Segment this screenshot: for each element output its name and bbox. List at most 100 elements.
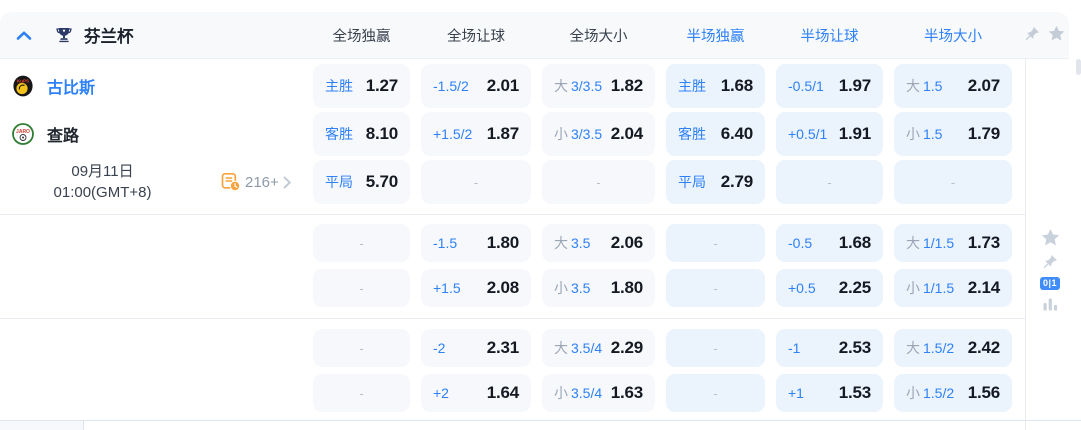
dash: - [359,236,363,251]
odds-line: 1.5/2 [923,385,954,401]
odds-cell-ft-under-alt[interactable]: 小 3.5/4 1.63 [542,374,655,412]
odds-label: 平局 [678,172,706,192]
over-prefix: 大 [906,233,920,253]
odds-value: 1.73 [968,233,1000,253]
odds-cell-ft-under[interactable]: 小 3/3.5 2.04 [542,112,655,156]
dash: - [474,175,478,190]
odds-cell-ft-win-away[interactable]: 客胜 8.10 [313,112,410,156]
score-badge[interactable]: 0|1 [1040,277,1060,290]
odds-cell-empty: - [666,269,765,307]
odds-value: 2.29 [611,338,643,358]
group-separator [0,214,1025,215]
scrollbar-thumb[interactable] [1076,59,1081,75]
favorite-star-icon[interactable] [1041,228,1060,247]
odds-value: 1.87 [487,124,519,144]
under-prefix: 小 [554,124,568,144]
odds-cell-empty: - [313,224,410,262]
odds-cell-ft-over-alt[interactable]: 大 3.5/4 2.29 [542,329,655,367]
spacer [0,374,302,412]
over-prefix: 大 [906,76,920,96]
odds-value: 1.79 [968,124,1000,144]
odds-value: 2.08 [487,278,519,298]
odds-row-alt1: - -1.5 1.80 大 3.5 2.06 - -0.5 1.68 大 1/1… [0,224,1012,262]
team-away-logo-icon: JARO [12,123,34,145]
odds-cell-ht-under-alt[interactable]: 小 1.5/2 1.56 [894,374,1012,412]
markets-count: 216+ [245,174,279,191]
odds-label: +1.5/2 [433,126,472,142]
odds-cell-empty: - [666,329,765,367]
odds-cell-ft-over[interactable]: 大 3/3.5 1.82 [542,64,655,108]
odds-row-alt3: - -2 2.31 大 3.5/4 2.29 - -1 2.53 大 1.5/2… [0,329,1012,367]
odds-cell-ft-handicap-alt[interactable]: -2 2.31 [421,329,531,367]
odds-value: 2.14 [968,278,1000,298]
odds-line: 1/1.5 [923,280,954,296]
dash: - [359,341,363,356]
odds-cell-empty: - [894,160,1012,204]
odds-value: 1.91 [839,124,871,144]
odds-row-draw: 09月11日 01:00(GMT+8) 216+ 平局 5.70 - - [0,160,1012,204]
odds-line: 1.5 [923,78,942,94]
over-prefix: 大 [906,338,920,358]
trophy-icon [54,26,74,45]
dash: - [359,386,363,401]
odds-cell-ht-handicap-alt[interactable]: +1 1.53 [776,374,883,412]
league-name: 芬兰杯 [84,23,134,47]
more-markets-link[interactable]: 216+ [221,172,292,192]
odds-label: -1.5/2 [433,78,469,94]
odds-label: +2 [433,385,449,401]
spacer [0,224,302,262]
team-home[interactable]: KuPS 古比斯 [0,64,302,108]
odds-cell-ht-handicap-alt[interactable]: -0.5 1.68 [776,224,883,262]
odds-line: 3.5 [571,280,590,296]
odds-cell-ht-over-alt[interactable]: 大 1/1.5 1.73 [894,224,1012,262]
dash: - [713,281,717,296]
odds-cell-ft-under-alt[interactable]: 小 3.5 1.80 [542,269,655,307]
odds-cell-ft-handicap-alt[interactable]: +2 1.64 [421,374,531,412]
odds-line: 3.5/4 [571,385,602,401]
odds-cell-ht-handicap-away[interactable]: +0.5/1 1.91 [776,112,883,156]
odds-line: 3.5 [571,235,590,251]
odds-value: 1.56 [968,383,1000,403]
collapse-chevron-icon[interactable] [16,30,32,41]
team-home-name: 古比斯 [47,74,95,98]
odds-cell-ht-under-alt[interactable]: 小 1/1.5 2.14 [894,269,1012,307]
over-prefix: 大 [554,338,568,358]
odds-value: 1.53 [839,383,871,403]
odds-cell-ht-draw[interactable]: 平局 2.79 [666,160,765,204]
odds-cell-ht-win-away[interactable]: 客胜 6.40 [666,112,765,156]
odds-value: 1.27 [366,76,398,96]
odds-value: 2.31 [487,338,519,358]
odds-value: 2.79 [721,172,753,192]
odds-line: 1.5 [923,126,942,142]
pin-icon[interactable] [1024,26,1040,42]
odds-cell-ft-draw[interactable]: 平局 5.70 [313,160,410,204]
team-away-name: 查路 [47,122,79,146]
odds-value: 2.53 [839,338,871,358]
dash: - [951,175,955,190]
match-time: 01:00(GMT+8) [0,182,205,203]
team-home-logo-icon: KuPS [12,75,34,97]
odds-cell-ft-handicap-away[interactable]: +1.5/2 1.87 [421,112,531,156]
odds-cell-ht-handicap-home[interactable]: -0.5/1 1.97 [776,64,883,108]
odds-cell-ht-over[interactable]: 大 1.5 2.07 [894,64,1012,108]
odds-cell-ht-handicap-alt[interactable]: -1 2.53 [776,329,883,367]
odds-label: +1 [788,385,804,401]
odds-cell-ft-win-home[interactable]: 主胜 1.27 [313,64,410,108]
odds-cell-ht-over-alt[interactable]: 大 1.5/2 2.42 [894,329,1012,367]
over-prefix: 大 [554,76,568,96]
odds-cell-ht-handicap-alt[interactable]: +0.5 2.25 [776,269,883,307]
odds-label: 主胜 [325,76,353,96]
odds-cell-ft-handicap-alt[interactable]: -1.5 1.80 [421,224,531,262]
team-away[interactable]: JARO 查路 [0,112,302,156]
odds-value: 2.07 [968,76,1000,96]
odds-cell-ht-under[interactable]: 小 1.5 1.79 [894,112,1012,156]
odds-cell-ft-handicap-alt[interactable]: +1.5 2.08 [421,269,531,307]
pin-match-icon[interactable] [1042,254,1058,270]
star-icon[interactable] [1048,25,1065,42]
odds-cell-ft-over-alt[interactable]: 大 3.5 2.06 [542,224,655,262]
group-separator [0,318,1025,319]
odds-label: 主胜 [678,76,706,96]
odds-cell-ht-win-home[interactable]: 主胜 1.68 [666,64,765,108]
odds-cell-ft-handicap-home[interactable]: -1.5/2 2.01 [421,64,531,108]
stats-bars-icon[interactable] [1043,297,1058,311]
